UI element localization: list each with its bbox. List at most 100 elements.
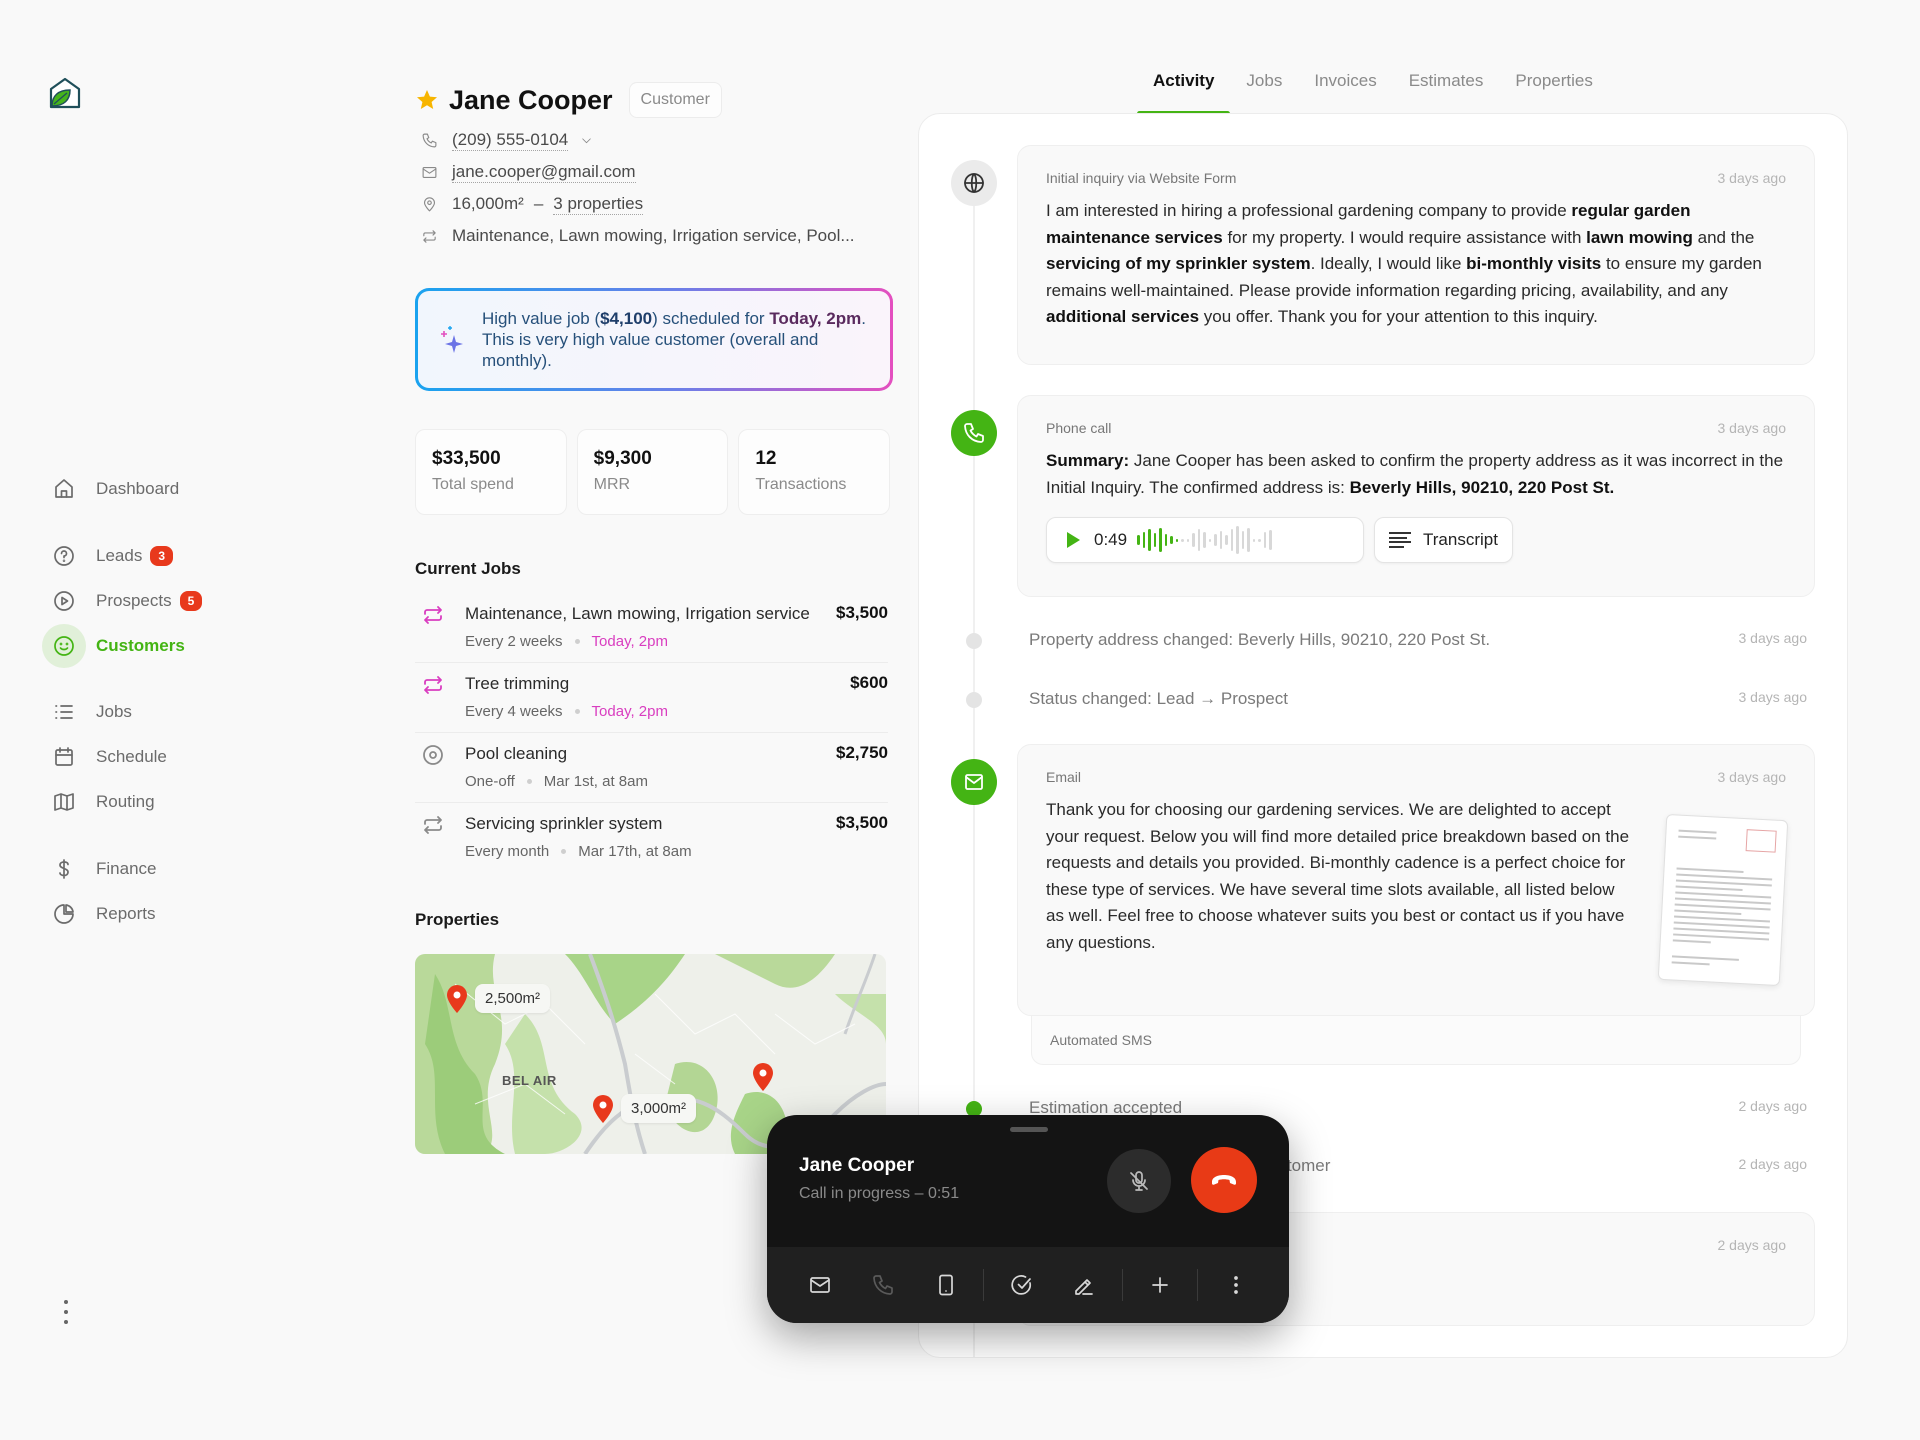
card-time: 3 days ago xyxy=(1717,170,1787,186)
sidebar-item-reports[interactable]: Reports xyxy=(42,892,282,936)
sidebar-item-customers[interactable]: Customers xyxy=(42,624,282,668)
call-button[interactable] xyxy=(852,1263,915,1307)
map-pin-icon[interactable] xyxy=(445,984,469,1014)
transcript-button[interactable]: Transcript xyxy=(1374,517,1513,563)
stat-label: MRR xyxy=(593,476,631,493)
property-area: 16,000m² xyxy=(452,194,524,213)
job-next-date: Today, 2pm xyxy=(591,703,668,720)
more-actions-button[interactable] xyxy=(1204,1263,1267,1307)
waveform-bar xyxy=(1170,536,1173,544)
note-button[interactable] xyxy=(1053,1263,1116,1307)
map-area-label: BEL AIR xyxy=(502,1073,557,1088)
waveform-bar xyxy=(1186,538,1190,542)
waveform-bar xyxy=(1269,530,1272,550)
play-icon[interactable] xyxy=(1067,532,1080,548)
waveform-bar xyxy=(1175,538,1179,542)
summary-label: Summary: xyxy=(1046,451,1130,470)
hang-up-button[interactable] xyxy=(1191,1147,1257,1213)
properties-title: Properties xyxy=(415,910,500,929)
activity-card-inquiry[interactable]: Initial inquiry via Website Form 3 days … xyxy=(1017,145,1815,365)
inquiry-text-segment: and the xyxy=(1692,227,1755,247)
timeline-dot xyxy=(966,692,982,708)
sidebar-item-jobs[interactable]: Jobs xyxy=(42,690,282,734)
phone-icon xyxy=(951,410,997,456)
timeline-dot xyxy=(966,633,982,649)
job-row[interactable]: Tree trimming Every 4 weeks Today, 2pm $6… xyxy=(415,663,888,733)
automated-sms-card[interactable]: Automated SMS xyxy=(1031,1016,1801,1065)
card-time: 2 days ago xyxy=(1717,1237,1787,1253)
services-summary: Maintenance, Lawn mowing, Irrigation ser… xyxy=(452,226,855,245)
call-status: Call in progress – 0:51 xyxy=(799,1185,960,1202)
inquiry-highlight: lawn mowing xyxy=(1586,227,1693,247)
job-row[interactable]: Pool cleaning One-off Mar 1st, at 8am $2,… xyxy=(415,733,888,803)
email-link[interactable]: jane.cooper@gmail.com xyxy=(452,162,636,183)
leads-count-badge: 3 xyxy=(150,546,174,566)
tab-invoices[interactable]: Invoices xyxy=(1298,60,1392,116)
event-time: 2 days ago xyxy=(1738,1156,1808,1172)
send-email-button[interactable] xyxy=(789,1263,852,1307)
active-call-popup[interactable]: Jane Cooper Call in progress – 0:51 xyxy=(767,1115,1289,1323)
sidebar-item-label: Schedule xyxy=(96,747,167,766)
stat-total-spend: $33,500 Total spend xyxy=(415,429,567,515)
mail-icon xyxy=(951,759,997,805)
tab-activity[interactable]: Activity xyxy=(1137,60,1231,116)
drag-handle[interactable] xyxy=(1010,1127,1048,1132)
tab-estimates[interactable]: Estimates xyxy=(1393,60,1500,116)
sidebar-item-schedule[interactable]: Schedule xyxy=(42,735,282,779)
sidebar-item-prospects[interactable]: Prospects 5 xyxy=(42,579,282,623)
more-vertical-icon[interactable] xyxy=(56,1300,76,1324)
phone-number[interactable]: (209) 555-0104 xyxy=(452,130,569,151)
chevron-down-icon[interactable] xyxy=(580,134,593,147)
task-button[interactable] xyxy=(990,1263,1053,1307)
caller-name: Jane Cooper xyxy=(799,1155,915,1176)
customer-type-badge: Customer xyxy=(628,82,722,118)
sidebar-item-dashboard[interactable]: Dashboard xyxy=(42,467,282,511)
stat-value: 12 xyxy=(755,448,777,469)
tab-jobs[interactable]: Jobs xyxy=(1230,60,1298,116)
sidebar-item-label: Finance xyxy=(96,859,157,878)
job-title: Tree trimming xyxy=(465,674,570,693)
inquiry-text-segment: you offer. Thank you for your attention … xyxy=(1199,307,1598,326)
activity-event: Property address changed: Beverly Hills,… xyxy=(1029,630,1807,650)
repeat-icon xyxy=(421,603,445,627)
job-row[interactable]: Maintenance, Lawn mowing, Irrigation ser… xyxy=(415,593,888,663)
job-frequency: Every 4 weeks xyxy=(465,703,563,720)
add-button[interactable] xyxy=(1129,1263,1192,1307)
activity-card-email[interactable]: Email 3 days ago Thank you for choosing … xyxy=(1017,744,1815,1016)
star-icon[interactable] xyxy=(415,88,439,112)
job-row[interactable]: Servicing sprinkler system Every month Ma… xyxy=(415,803,888,872)
ai-insight-card: High value job ($4,100) scheduled for To… xyxy=(415,288,893,391)
job-next-date: Mar 1st, at 8am xyxy=(543,773,648,790)
waveform-bar xyxy=(1258,538,1261,542)
waveform-bar xyxy=(1236,526,1239,554)
mic-off-icon xyxy=(1130,1171,1148,1191)
mute-button[interactable] xyxy=(1107,1149,1171,1213)
job-next-date: Mar 17th, at 8am xyxy=(578,843,692,860)
map-pin-icon[interactable] xyxy=(591,1094,615,1124)
home-icon xyxy=(42,467,86,511)
audio-waveform[interactable] xyxy=(1137,525,1272,555)
job-price: $600 xyxy=(850,673,888,692)
activity-card-phone-call[interactable]: Phone call 3 days ago Summary: Jane Coop… xyxy=(1017,395,1815,597)
waveform-bar xyxy=(1263,532,1267,548)
job-price: $3,500 xyxy=(836,813,888,832)
map-pin-icon[interactable] xyxy=(751,1062,775,1092)
job-price: $2,750 xyxy=(836,743,888,762)
document-thumbnail[interactable] xyxy=(1657,813,1789,987)
tab-properties[interactable]: Properties xyxy=(1499,60,1608,116)
house-leaf-logo[interactable] xyxy=(48,76,82,110)
waveform-bar xyxy=(1197,529,1201,551)
sms-button[interactable] xyxy=(914,1263,977,1307)
properties-link[interactable]: 3 properties xyxy=(553,194,644,215)
dollar-icon xyxy=(42,847,86,891)
property-area-tag: 2,500m² xyxy=(475,984,551,1013)
waveform-bar xyxy=(1181,538,1184,542)
check-circle-icon xyxy=(1010,1275,1031,1295)
sidebar-item-routing[interactable]: Routing xyxy=(42,780,282,824)
stat-label: Transactions xyxy=(755,476,847,493)
card-title: Email xyxy=(1046,769,1082,785)
sidebar-item-finance[interactable]: Finance xyxy=(42,847,282,891)
sidebar-item-leads[interactable]: Leads 3 xyxy=(42,534,282,578)
audio-player[interactable]: 0:49 xyxy=(1046,517,1364,563)
card-time: 3 days ago xyxy=(1717,769,1787,785)
